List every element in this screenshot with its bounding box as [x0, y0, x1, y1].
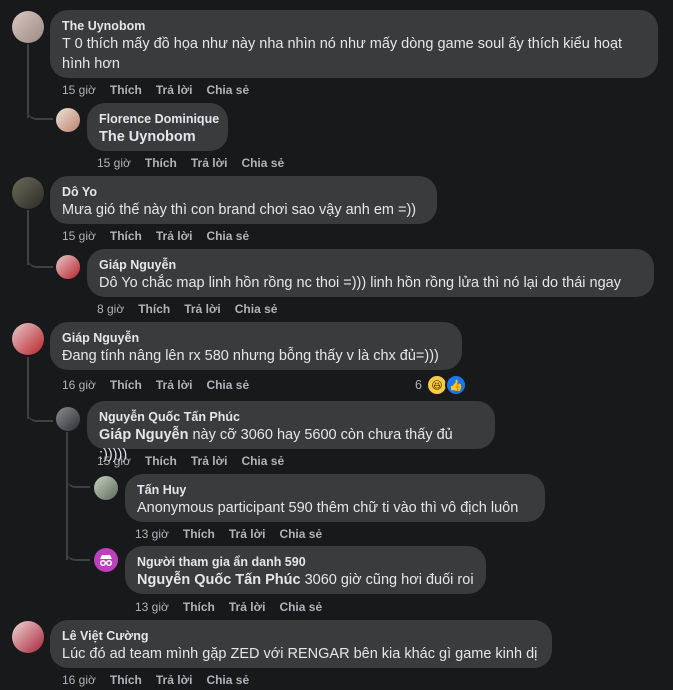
comment-bubble: Giáp Nguyễn Đang tính nâng lên rx 580 nh… — [50, 322, 462, 370]
share-button[interactable]: Chia sẻ — [206, 229, 249, 243]
reply-button[interactable]: Trả lời — [184, 302, 221, 316]
reply-button[interactable]: Trả lời — [191, 454, 228, 468]
mention-link[interactable]: Giáp Nguyễn — [99, 427, 188, 443]
comment-author[interactable]: Nguyễn Quốc Tấn Phúc — [99, 409, 483, 425]
comment-bubble: Giáp Nguyễn Dô Yo chắc map linh hồn rồng… — [87, 249, 654, 297]
avatar[interactable] — [56, 108, 80, 132]
share-button[interactable]: Chia sẻ — [206, 83, 249, 97]
share-button[interactable]: Chia sẻ — [235, 302, 278, 316]
avatar[interactable] — [94, 476, 118, 500]
comment-actions: 16 giờ Thích Trả lời Chia sẻ — [62, 378, 263, 392]
reply-button[interactable]: Trả lời — [156, 673, 193, 687]
share-button[interactable]: Chia sẻ — [279, 527, 322, 541]
comment-text: 3060 giờ cũng hơi đuối roi — [300, 572, 474, 588]
comment-actions: 16 giờ Thích Trả lời Chia sẻ — [62, 673, 263, 687]
comment-bubble: Florence Dominique The Uynobom — [87, 103, 228, 151]
like-button[interactable]: Thích — [110, 83, 142, 97]
share-button[interactable]: Chia sẻ — [206, 378, 249, 392]
comment-author[interactable]: Tấn Huy — [137, 482, 533, 498]
comment-time[interactable]: 13 giờ — [135, 600, 169, 614]
like-button[interactable]: Thích — [145, 454, 177, 468]
comment-actions: 15 giờ Thích Trả lời Chia sẻ — [62, 83, 263, 97]
reply-button[interactable]: Trả lời — [156, 83, 193, 97]
like-button[interactable]: Thích — [110, 673, 142, 687]
comment-bubble: Người tham gia ẩn danh 590 Nguyễn Quốc T… — [125, 546, 486, 594]
like-button[interactable]: Thích — [138, 302, 170, 316]
comment-time[interactable]: 8 giờ — [97, 302, 124, 316]
avatar[interactable] — [56, 255, 80, 279]
like-button[interactable]: Thích — [110, 378, 142, 392]
mention-link[interactable]: The Uynobom — [99, 129, 196, 145]
mention-link[interactable]: Dô Yo — [99, 275, 138, 291]
comment-author[interactable]: Giáp Nguyễn — [62, 330, 450, 346]
comment-author[interactable]: The Uynobom — [62, 18, 646, 34]
comment-author[interactable]: Giáp Nguyễn — [99, 257, 642, 273]
like-button[interactable]: Thích — [183, 527, 215, 541]
comment-bubble: Nguyễn Quốc Tấn Phúc Giáp Nguyễn này cỡ … — [87, 401, 495, 463]
avatar[interactable] — [12, 621, 44, 653]
like-button[interactable]: Thích — [145, 156, 177, 170]
comment-time[interactable]: 13 giờ — [135, 527, 169, 541]
comment-bubble: The Uynobom T 0 thích mấy đồ họa như này… — [50, 10, 658, 78]
thread-hook — [27, 402, 53, 422]
comment-time[interactable]: 16 giờ — [62, 378, 96, 392]
thread-hook — [27, 100, 53, 120]
comment-time[interactable]: 15 giờ — [62, 83, 96, 97]
comment-text: T 0 thích mấy đồ họa như này nha nhìn nó… — [62, 36, 623, 72]
comment-text: Lúc đó ad team mình gặp ZED với RENGAR b… — [62, 646, 538, 662]
comment-author[interactable]: Người tham gia ẩn danh 590 — [137, 554, 474, 570]
reaction-count: 6 — [415, 378, 422, 392]
comment-bubble: Lê Việt Cường Lúc đó ad team mình gặp ZE… — [50, 620, 552, 668]
reply-button[interactable]: Trả lời — [156, 229, 193, 243]
comment-text: Mưa gió thế này thì con brand chơi sao v… — [62, 202, 417, 218]
comment-text: chắc map linh hồn rồng nc thoi =))) linh… — [137, 275, 621, 291]
comment-time[interactable]: 15 giờ — [62, 229, 96, 243]
reaction-summary[interactable]: 6 😆 👍 — [415, 374, 467, 396]
reply-button[interactable]: Trả lời — [229, 527, 266, 541]
comment-actions: 15 giờ Thích Trả lời Chia sẻ — [97, 156, 298, 170]
share-button[interactable]: Chia sẻ — [241, 156, 284, 170]
thread-line — [66, 432, 68, 560]
comment-time[interactable]: 16 giờ — [62, 673, 96, 687]
reply-button[interactable]: Trả lời — [229, 600, 266, 614]
thread-hook — [66, 470, 90, 488]
mention-link[interactable]: Nguyễn Quốc Tấn Phúc — [137, 572, 301, 588]
like-button[interactable]: Thích — [110, 229, 142, 243]
comment-text: Anonymous participant 590 thêm chữ ti và… — [137, 500, 519, 516]
comment-actions: 8 giờ Thích Trả lời Chia sẻ — [97, 302, 291, 316]
comment-actions: 13 giờ Thích Trả lời Chia sẻ — [135, 600, 336, 614]
comment-text: Đang tính nâng lên rx 580 nhưng bỗng thấ… — [62, 348, 439, 364]
comment-author[interactable]: Lê Việt Cường — [62, 628, 540, 644]
comment-actions: 15 giờ Thích Trả lời Chia sẻ — [62, 229, 263, 243]
reply-button[interactable]: Trả lời — [156, 378, 193, 392]
thread-hook — [66, 543, 90, 561]
comment-author[interactable]: Dô Yo — [62, 184, 425, 200]
comment-time[interactable]: 15 giờ — [97, 454, 131, 468]
anonymous-avatar[interactable] — [94, 548, 118, 572]
avatar[interactable] — [56, 407, 80, 431]
incognito-icon — [99, 555, 113, 566]
avatar[interactable] — [12, 323, 44, 355]
comment-time[interactable]: 15 giờ — [97, 156, 131, 170]
thread-hook — [27, 248, 53, 268]
comment-actions: 13 giờ Thích Trả lời Chia sẻ — [135, 527, 336, 541]
like-button[interactable]: Thích — [183, 600, 215, 614]
comment-author[interactable]: Florence Dominique — [99, 111, 219, 127]
share-button[interactable]: Chia sẻ — [206, 673, 249, 687]
comment-bubble: Dô Yo Mưa gió thế này thì con brand chơi… — [50, 176, 437, 224]
avatar[interactable] — [12, 11, 44, 43]
comment-actions: 15 giờ Thích Trả lời Chia sẻ — [97, 454, 298, 468]
comment-bubble: Tấn Huy Anonymous participant 590 thêm c… — [125, 474, 545, 522]
like-icon: 👍 — [444, 374, 467, 396]
reply-button[interactable]: Trả lời — [191, 156, 228, 170]
share-button[interactable]: Chia sẻ — [279, 600, 322, 614]
share-button[interactable]: Chia sẻ — [241, 454, 284, 468]
avatar[interactable] — [12, 177, 44, 209]
